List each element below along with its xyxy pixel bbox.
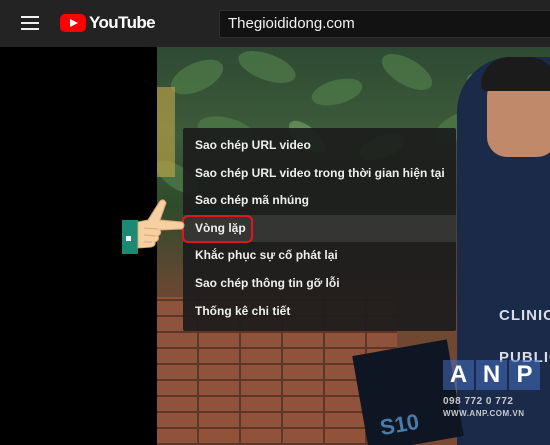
menu-item-copy-debug-info[interactable]: Sao chép thông tin gỡ lỗi (183, 270, 456, 298)
person-hair (481, 57, 550, 91)
menu-item-troubleshoot[interactable]: Khắc phục sự cố phát lại (183, 242, 456, 270)
watermark-phone: 098 772 0 772 (443, 396, 514, 407)
menu-item-copy-embed[interactable]: Sao chép mã nhúng (183, 187, 456, 215)
anp-watermark: A N P 098 772 0 772 WWW.ANP.COM.VN (443, 360, 543, 438)
watermark-letter: N (476, 360, 507, 390)
menu-item-copy-url[interactable]: Sao chép URL video (183, 132, 456, 160)
search-value: Thegioididong.com (228, 15, 355, 32)
watermark-letter: P (509, 360, 540, 390)
menu-item-copy-url-at-time[interactable]: Sao chép URL video trong thời gian hiện … (183, 160, 456, 188)
hamburger-icon[interactable] (21, 16, 39, 30)
menu-item-stats-for-nerds[interactable]: Thống kê chi tiết (183, 298, 456, 326)
loop-highlight-box (182, 215, 253, 243)
youtube-play-icon (60, 14, 86, 32)
watermark-letter: A (443, 360, 474, 390)
search-input[interactable]: Thegioididong.com (219, 10, 550, 38)
masthead: YouTube Thegioididong.com (0, 0, 550, 47)
watermark-site: WWW.ANP.COM.VN (443, 409, 525, 418)
logo-text: YouTube (89, 13, 156, 32)
youtube-logo[interactable]: YouTube (60, 13, 156, 33)
pointing-hand-icon (122, 199, 185, 254)
